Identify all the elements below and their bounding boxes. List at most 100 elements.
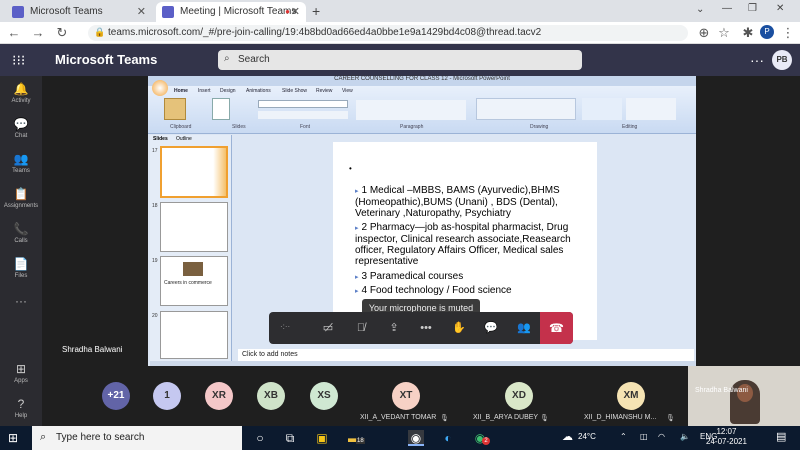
ribbon-group-label: Drawing — [530, 124, 549, 130]
font-name-box — [258, 100, 348, 108]
search-input[interactable]: ⌕ Search — [218, 50, 582, 70]
chrome-icon[interactable]: ◉ — [408, 430, 424, 446]
close-tab-icon[interactable]: ✕ — [291, 5, 300, 18]
wifi-icon[interactable]: ◠ — [658, 432, 665, 441]
participant-avatar[interactable]: XT — [392, 382, 420, 410]
task-view-icon[interactable]: ⧉ — [282, 430, 298, 446]
participant-avatar[interactable]: 1 — [153, 382, 181, 410]
browser-menu-icon[interactable]: ⋮ — [780, 25, 796, 41]
tab-title: Microsoft Teams — [30, 6, 103, 17]
rail-item-files[interactable]: 📄 Files — [0, 257, 42, 279]
system-clock[interactable]: 12:07 24-07-2021 — [706, 427, 747, 447]
ribbon-group-label: Editing — [622, 124, 638, 130]
slide-thumbnail — [160, 146, 228, 198]
bullet-text: 2 Pharmacy—job as-hospital pharmacist, D… — [355, 222, 571, 267]
thumb-caption: Careers in commerce — [164, 280, 212, 286]
rail-item-activity[interactable]: 🔔 Activity — [0, 82, 42, 104]
extensions-icon[interactable]: ✱ — [740, 25, 756, 41]
search-icon: ⌕ — [224, 53, 230, 64]
more-options-icon[interactable]: ··· — [750, 52, 764, 68]
new-tab-button[interactable]: + — [312, 3, 320, 19]
rail-item-calls[interactable]: 📞 Calls — [0, 222, 42, 244]
new-slide-icon — [212, 98, 230, 120]
back-icon[interactable]: ← — [6, 25, 22, 40]
participant-avatar[interactable]: XS — [310, 382, 338, 410]
rail-item-assignments[interactable]: 📋 Assignments — [0, 187, 42, 209]
lock-icon: 🔒 — [94, 27, 106, 37]
network-icon[interactable]: ◫ — [640, 432, 648, 441]
rail-item-more[interactable]: ··· — [0, 294, 42, 308]
reload-icon[interactable]: ↻ — [54, 25, 70, 41]
rail-item-apps[interactable]: ⊞ Apps — [0, 362, 42, 384]
chat-icon[interactable]: 💬 — [483, 320, 499, 336]
participant-name: XII_B_ARYA DUBEY — [473, 414, 539, 421]
rail-item-help[interactable]: ? Help — [0, 397, 42, 419]
camera-off-icon[interactable]: ▭̸ — [320, 320, 336, 336]
cortana-icon[interactable]: ○ — [252, 430, 268, 446]
zoom-icon[interactable]: ⊕ — [696, 25, 712, 41]
participant-name: XII_A_VEDANT TOMAR — [360, 414, 437, 421]
raise-hand-icon[interactable]: ✋ — [451, 320, 467, 336]
rail-label: Activity — [11, 98, 31, 104]
volume-icon[interactable]: 🔈 — [680, 432, 690, 441]
bullet-text: 3 Paramedical courses — [361, 271, 464, 282]
files-icon: 📄 — [13, 257, 29, 271]
action-center-icon[interactable]: ▤ — [776, 430, 786, 443]
windows-start-icon[interactable]: ⊞ — [8, 431, 18, 445]
hang-up-icon: ☎ — [549, 321, 564, 335]
bullet-marker-icon: ▸ — [355, 225, 359, 232]
app-launcher-icon[interactable]: ⁝⁝⁝ — [12, 52, 28, 68]
url-text: teams.microsoft.com/_#/pre-join-calling/… — [108, 27, 542, 38]
app-name: Microsoft Teams — [55, 52, 158, 67]
mic-off-icon[interactable]: 🎙̸ — [353, 320, 369, 336]
close-window-icon[interactable]: ✕ — [776, 3, 784, 14]
presenter-name: Shradha Balwani — [62, 345, 123, 354]
tab-search-icon[interactable]: ⌄ — [696, 4, 704, 15]
minimize-icon[interactable]: — — [722, 3, 732, 14]
taskbar-search[interactable]: ⌕ Type here to search — [32, 426, 242, 450]
tab-teams[interactable]: Microsoft Teams ✕ — [6, 2, 152, 22]
close-tab-icon[interactable]: ✕ — [137, 5, 146, 18]
rail-label: Help — [14, 413, 28, 419]
call-timer: ·:·· — [280, 322, 291, 331]
ribbon-tab: Insert — [198, 88, 211, 94]
participants-icon[interactable]: 👥 — [516, 320, 532, 336]
forward-icon[interactable]: → — [30, 25, 46, 40]
url-field[interactable]: 🔒 teams.microsoft.com/_#/pre-join-callin… — [88, 25, 688, 41]
participant-avatar[interactable]: XB — [257, 382, 285, 410]
share-screen-icon[interactable]: ⇪ — [386, 320, 402, 336]
edge-icon[interactable]: ◐ — [440, 430, 456, 446]
participant-avatar[interactable]: XD — [505, 382, 533, 410]
mic-muted-icon: 🎙 — [440, 415, 449, 422]
search-icon: ⌕ — [40, 431, 47, 443]
ppt-window-title: CAREER COUNSELLING FOR CLASS 12 - Micros… — [148, 76, 696, 86]
ribbon-group-label: Clipboard — [170, 124, 192, 130]
teams-favicon-icon — [162, 6, 174, 18]
maximize-icon[interactable]: ❐ — [748, 3, 757, 14]
hang-up-button[interactable]: ☎ — [540, 312, 573, 344]
tray-chevron-icon[interactable]: ⌃ — [620, 432, 627, 441]
thumb-number: 20 — [152, 313, 158, 319]
quick-styles — [582, 98, 622, 120]
office-button-icon — [152, 80, 168, 96]
more-actions-icon[interactable]: ••• — [418, 320, 434, 336]
ribbon-group-label: Font — [300, 124, 311, 130]
rail-item-chat[interactable]: 💬 Chat — [0, 117, 42, 139]
overflow-participants[interactable]: +21 — [102, 382, 130, 410]
bookmark-star-icon[interactable]: ☆ — [716, 25, 732, 41]
participant-avatar[interactable]: XR — [205, 382, 233, 410]
weather-temp[interactable]: 24°C — [578, 432, 596, 441]
thumb-number: 18 — [152, 203, 158, 209]
store-icon[interactable]: ▣ — [314, 430, 330, 446]
mic-muted-icon: 🎙 — [540, 415, 549, 422]
tab-meeting[interactable]: Meeting | Microsoft Teams ● ✕ — [156, 2, 306, 22]
participant-name: XII_D_HIMANSHU M... — [584, 414, 657, 421]
slide-bullet: ▸ 2 Pharmacy—job as-hospital pharmacist, … — [355, 222, 583, 267]
participant-avatar[interactable]: XM — [617, 382, 645, 410]
tab-title: Meeting | Microsoft Teams — [180, 6, 297, 17]
mic-muted-icon: 🎙 — [666, 415, 675, 422]
user-avatar[interactable]: PB — [772, 50, 792, 70]
taskbar-search-placeholder: Type here to search — [56, 432, 145, 443]
profile-avatar[interactable]: P — [760, 25, 774, 39]
rail-item-teams[interactable]: 👥 Teams — [0, 152, 42, 174]
